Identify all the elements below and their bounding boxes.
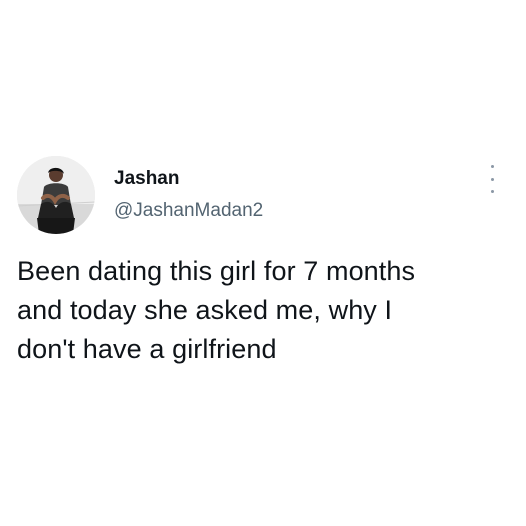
display-name[interactable]: Jashan <box>114 168 179 190</box>
tweet-text-line-2: and today she asked me, why I <box>17 295 393 325</box>
more-dot-icon <box>490 177 494 181</box>
tweet-text-line-3: don't have a girlfriend <box>17 334 277 364</box>
user-handle[interactable]: @JashanMadan2 <box>114 200 263 222</box>
more-options-icon[interactable] <box>484 165 500 193</box>
more-dot-icon <box>490 165 494 168</box>
tweet-text-line-1: Been dating this girl for 7 months <box>17 256 416 286</box>
profile-photo-icon <box>17 156 95 234</box>
tweet-card: Jashan @JashanMadan2 Been dating this gi… <box>0 0 526 526</box>
more-dot-icon <box>490 190 494 193</box>
avatar[interactable] <box>17 156 95 234</box>
tweet-text: Been dating this girl for 7 months and t… <box>17 252 509 369</box>
